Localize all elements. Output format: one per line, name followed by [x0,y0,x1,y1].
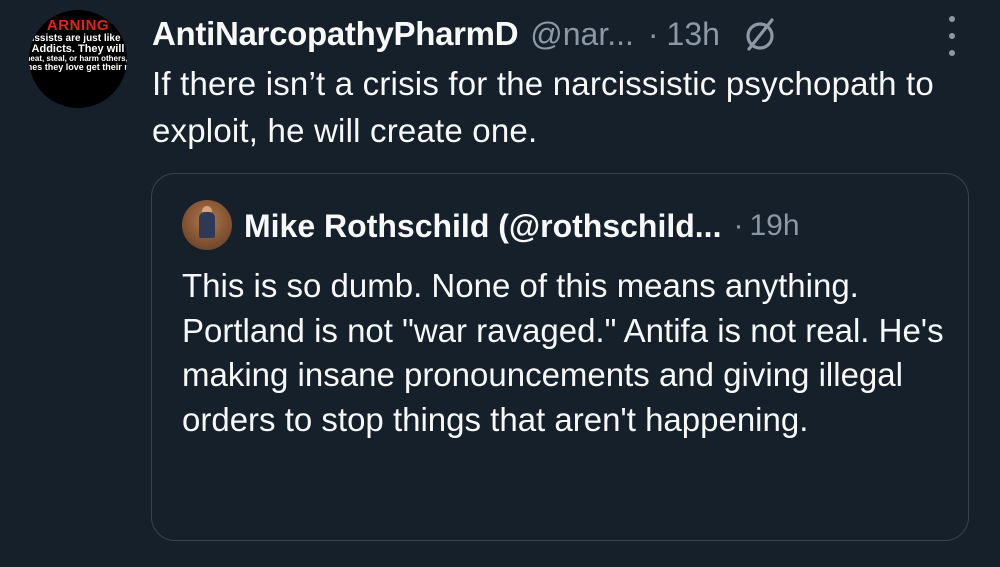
author-name[interactable]: AntiNarcopathyPharmD [152,15,519,53]
quoted-author-avatar[interactable] [182,200,232,250]
more-vertical-icon[interactable] [944,16,960,56]
separator-dot: · [733,209,744,242]
tweet-text: If there isn’t a crisis for the narcissi… [152,65,934,149]
quoted-author-name[interactable]: Mike Rothschild (@rothschild... [244,208,721,245]
tweet-header: AntiNarcopathyPharmD @nar... · 13h [152,12,780,56]
avatar-warning-text: ARNING [46,17,110,34]
separator-dot: · [647,15,659,52]
author-avatar[interactable]: ARNING Narcissists are just like Drug Ad… [29,10,127,108]
tweet-timestamp[interactable]: 13h [667,16,720,53]
quoted-tweet-header: Mike Rothschild (@rothschild... · 19h [244,204,800,248]
quoted-tweet-text: This is so dumb. None of this means anyt… [182,267,944,438]
author-handle[interactable]: @nar... [530,16,634,53]
grok-slash-icon[interactable] [742,15,780,53]
tweet[interactable]: ARNING Narcissists are just like Drug Ad… [0,0,1000,567]
quoted-tweet[interactable]: Mike Rothschild (@rothschild... · 19h Th… [151,173,969,541]
avatar-text-line: the ones they love get their next fi [29,62,127,72]
quoted-tweet-timestamp[interactable]: 19h [749,209,799,243]
